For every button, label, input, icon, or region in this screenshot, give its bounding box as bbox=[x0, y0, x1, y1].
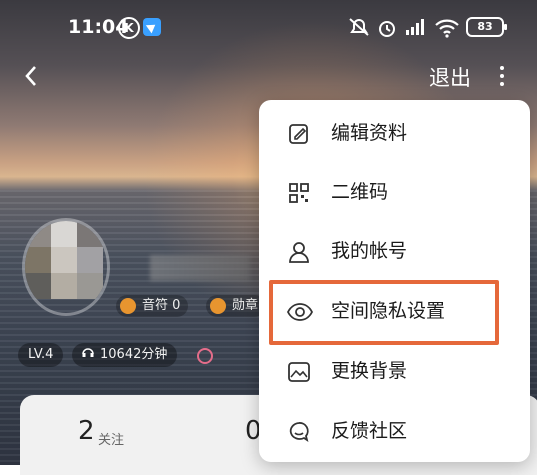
menu-item-label: 我的帐号 bbox=[331, 240, 408, 262]
feedback-icon bbox=[287, 420, 311, 444]
menu-item-feedback[interactable]: 反馈社区 bbox=[259, 403, 530, 459]
logout-button[interactable]: 退出 bbox=[429, 62, 471, 92]
alarm-icon bbox=[377, 18, 397, 42]
more-vertical-icon bbox=[500, 66, 504, 70]
star-medal-icon bbox=[210, 298, 226, 314]
menu-item-change-background[interactable]: 更换背景 bbox=[259, 343, 530, 399]
listen-time-label: 10642分钟 bbox=[100, 347, 168, 362]
headphones-icon bbox=[82, 343, 94, 367]
avatar[interactable] bbox=[22, 218, 110, 316]
menu-item-edit-profile[interactable]: 编辑资料 bbox=[259, 105, 530, 161]
privacy-settings-highlight bbox=[269, 280, 499, 345]
menu-item-qrcode[interactable]: 二维码 bbox=[259, 164, 530, 220]
menu-item-label: 反馈社区 bbox=[331, 420, 408, 442]
edit-icon bbox=[287, 122, 311, 146]
back-button[interactable] bbox=[18, 62, 46, 90]
status-bar: 11:04 K 83 bbox=[0, 14, 537, 44]
location-icon bbox=[197, 348, 213, 364]
follow-count[interactable]: 2 bbox=[78, 416, 95, 446]
listen-time-pill[interactable]: 10642分钟 bbox=[72, 343, 178, 367]
medal-badge[interactable]: 勋章 bbox=[206, 295, 267, 317]
menu-item-my-account[interactable]: 我的帐号 bbox=[259, 223, 530, 279]
note-badge-label: 音符 0 bbox=[142, 298, 181, 313]
level-pill[interactable]: LV.4 bbox=[18, 343, 64, 367]
image-icon bbox=[287, 360, 311, 384]
note-badge[interactable]: 音符 0 bbox=[116, 295, 189, 317]
app-badge-icon bbox=[143, 18, 161, 36]
medal-icon bbox=[120, 298, 136, 314]
qrcode-icon bbox=[287, 181, 311, 205]
more-menu-button[interactable] bbox=[492, 62, 512, 90]
user-icon bbox=[287, 240, 311, 264]
follow-label: 关注 bbox=[98, 433, 125, 448]
signal-icon bbox=[404, 18, 428, 40]
menu-item-label: 更换背景 bbox=[331, 360, 408, 382]
wifi-icon bbox=[434, 18, 460, 42]
chevron-left-icon bbox=[25, 66, 36, 86]
k-app-icon: K bbox=[118, 17, 140, 39]
battery-icon: 83 bbox=[466, 17, 507, 37]
medal-badge-label: 勋章 bbox=[232, 298, 259, 313]
menu-item-label: 编辑资料 bbox=[331, 122, 408, 144]
menu-item-label: 二维码 bbox=[331, 181, 389, 203]
mute-icon bbox=[348, 18, 370, 40]
username-blurred bbox=[150, 255, 250, 281]
